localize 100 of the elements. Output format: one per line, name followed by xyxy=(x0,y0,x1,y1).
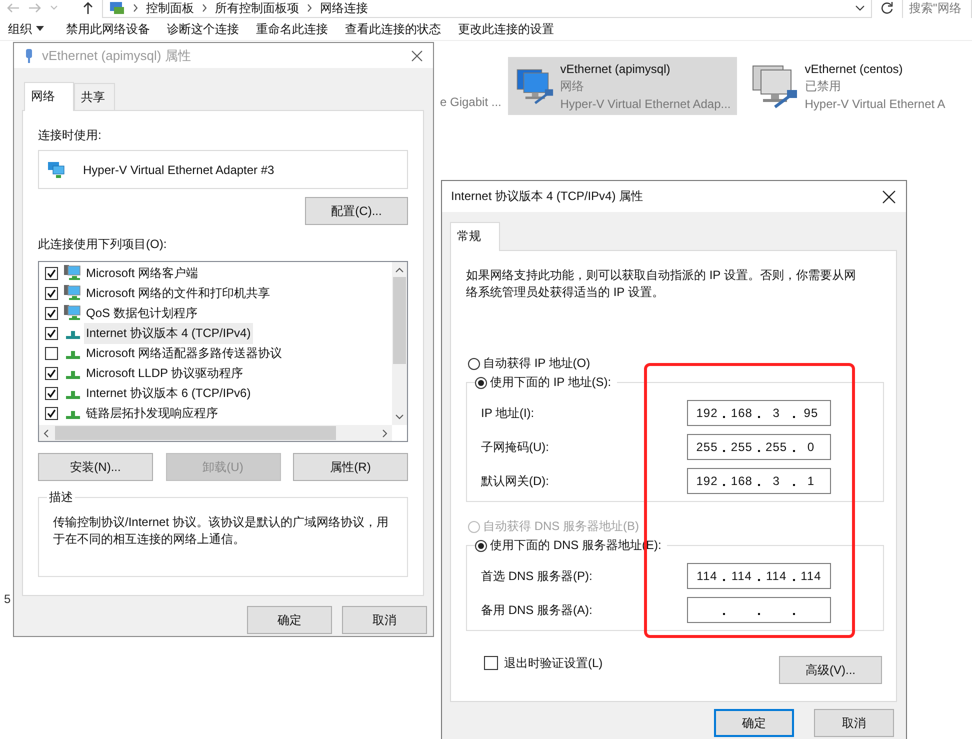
octet-text: 3 xyxy=(772,406,781,420)
toolbar-command[interactable]: 重命名此连接 xyxy=(252,20,341,38)
ip-address-field[interactable]: 114 114 114 114 xyxy=(687,563,831,589)
list-item[interactable]: Microsoft LLDP 协议驱动程序 xyxy=(45,363,392,383)
section-label: 连接时使用: xyxy=(38,127,102,144)
tab[interactable]: 网络 xyxy=(24,82,74,111)
adapter-device: Hyper-V Virtual Ethernet A xyxy=(804,96,946,110)
action-button[interactable]: 安装(N)... xyxy=(38,453,153,481)
field-label: 默认网关(D): xyxy=(481,472,549,490)
checkbox[interactable] xyxy=(484,656,498,670)
adapter-name: vEthernet (apimysql) xyxy=(560,62,672,76)
list-item[interactable]: Microsoft 网络的文件和打印机共享 xyxy=(45,283,392,303)
octet-text: 168 xyxy=(730,474,754,488)
protocol-icon xyxy=(66,391,80,399)
field-label: IP 地址(I): xyxy=(481,404,534,422)
breadcrumb[interactable]: 所有控制面板项 xyxy=(215,0,299,16)
protocol-icon xyxy=(66,411,80,419)
octet-text: 192 xyxy=(695,474,719,488)
octet-text: 95 xyxy=(802,406,820,420)
checkbox[interactable] xyxy=(45,286,58,300)
list-item[interactable]: Microsoft 网络客户端 xyxy=(45,263,392,283)
scroll-down-icon[interactable] xyxy=(395,414,404,420)
list-item[interactable]: Internet 协议版本 4 (TCP/IPv4) xyxy=(45,323,392,343)
field-label: 备用 DNS 服务器(A): xyxy=(481,602,592,618)
ip-address-field[interactable]: 192 168 3 1 xyxy=(687,468,831,494)
ip-address-field[interactable] xyxy=(687,597,831,623)
octet-text: 168 xyxy=(730,406,754,420)
item-label: QoS 数据包计划程序 xyxy=(85,304,198,322)
adapter-name: Hyper-V Virtual Ethernet Adapter #3 xyxy=(83,162,274,176)
chevron-icon xyxy=(133,4,138,12)
item-label: Microsoft LLDP 协议驱动程序 xyxy=(85,364,244,382)
dialog-button[interactable]: 确定 xyxy=(714,709,794,737)
checkbox[interactable] xyxy=(45,326,58,340)
status-text: 5 xyxy=(4,592,11,606)
tab[interactable]: 常规 xyxy=(450,222,500,251)
adapter-item[interactable]: vEthernet (apimysql) 网络 Hyper-V Virtual Ethernet Adap... xyxy=(508,57,737,115)
tab[interactable]: 共享 xyxy=(74,83,115,110)
checkbox[interactable] xyxy=(45,306,58,320)
network-monitor-icon xyxy=(64,305,82,321)
close-icon[interactable] xyxy=(882,190,896,204)
radio-button[interactable] xyxy=(475,540,487,552)
radio-button[interactable] xyxy=(468,358,480,370)
advanced-button[interactable]: 高级(V)... xyxy=(779,656,882,684)
toolbar-command[interactable]: 查看此连接的状态 xyxy=(341,20,454,38)
checkbox-label: 退出时验证设置(L) xyxy=(504,654,603,672)
up-arrow-icon[interactable] xyxy=(82,1,94,15)
adapter-item[interactable]: e Gigabit ... xyxy=(440,57,502,115)
control-panel-icon xyxy=(109,1,125,15)
close-icon[interactable] xyxy=(411,50,423,62)
dialog-button[interactable]: 取消 xyxy=(814,709,894,737)
chevron-icon xyxy=(202,4,207,12)
dropdown-caret-icon[interactable] xyxy=(855,4,865,12)
adapter-device: Hyper-V Virtual Ethernet Adap... xyxy=(560,96,731,110)
group-title: 描述 xyxy=(47,489,75,506)
breadcrumb[interactable]: 网络连接 xyxy=(320,0,368,16)
ip-address-field[interactable]: 192 168 3 95 xyxy=(687,400,831,426)
section-label: 此连接使用下列项目(O): xyxy=(38,236,168,253)
toolbar-command[interactable]: 禁用此网络设备 xyxy=(62,20,163,38)
configure-button[interactable]: 配置(C)... xyxy=(305,197,408,225)
adapter-item[interactable]: vEthernet (centos) 已禁用 Hyper-V Virtual Ethernet A xyxy=(742,57,972,115)
checkbox[interactable] xyxy=(45,386,58,400)
vertical-scrollbar[interactable] xyxy=(392,262,407,425)
protocol-icon xyxy=(66,351,80,359)
octet-text: 114 xyxy=(764,569,788,583)
scroll-right-icon[interactable] xyxy=(382,428,388,438)
octet-text: 114 xyxy=(800,569,822,583)
action-button[interactable]: 属性(R) xyxy=(293,453,408,481)
scroll-up-icon[interactable] xyxy=(395,267,404,273)
item-label: Internet 协议版本 6 (TCP/IPv6) xyxy=(85,384,252,402)
list-item[interactable]: Microsoft 网络适配器多路传送器协议 xyxy=(45,343,392,363)
horizontal-scrollbar[interactable] xyxy=(39,425,392,441)
list-item[interactable]: QoS 数据包计划程序 xyxy=(45,303,392,323)
octet-text: 114 xyxy=(696,569,718,583)
caret-icon xyxy=(36,26,44,32)
octet-text: 114 xyxy=(730,569,753,583)
scroll-left-icon[interactable] xyxy=(43,428,49,438)
list-item[interactable]: Internet 协议版本 6 (TCP/IPv6) xyxy=(45,383,392,403)
organize-menu[interactable]: 组织 xyxy=(4,20,62,38)
intro-text: 如果网络支持此功能，则可以获取自动指派的 IP 设置。否则，你需要从网络系统管理员处获得适当的 IP 设置。 xyxy=(466,267,857,301)
dialog-button[interactable]: 取消 xyxy=(342,606,427,634)
radio-button[interactable] xyxy=(475,376,487,388)
octet-text: 0 xyxy=(806,440,816,454)
protocol-icon xyxy=(66,371,80,379)
octet-text: 255 xyxy=(695,440,719,454)
toolbar-command[interactable]: 更改此连接的设置 xyxy=(454,20,567,38)
dialog-button[interactable]: 确定 xyxy=(247,606,332,634)
checkbox[interactable] xyxy=(45,346,58,360)
list-item[interactable]: 链路层拓扑发现响应程序 xyxy=(45,403,392,423)
checkbox[interactable] xyxy=(45,406,58,420)
ip-address-field[interactable]: 255 255 255 0 xyxy=(687,434,831,460)
refresh-icon[interactable] xyxy=(880,1,894,15)
field-label: 子网掩码(U): xyxy=(481,438,549,456)
adapter-plug-icon xyxy=(24,48,34,64)
checkbox[interactable] xyxy=(45,366,58,380)
breadcrumb[interactable]: 控制面板 xyxy=(146,0,194,16)
octet-text: 192 xyxy=(695,406,719,420)
radio-label: 自动获得 DNS 服务器地址(B) xyxy=(483,518,639,535)
checkbox[interactable] xyxy=(45,266,58,280)
adapter-status: 网络 xyxy=(560,78,586,94)
toolbar-command[interactable]: 诊断这个连接 xyxy=(163,20,252,38)
